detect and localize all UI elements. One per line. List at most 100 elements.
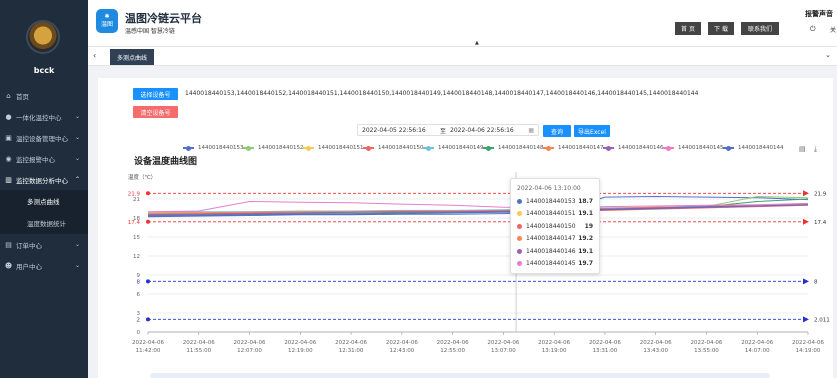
x-tick-label: 2022-04-06: [386, 340, 418, 346]
chevron-down-icon: ⌄: [74, 134, 80, 141]
tooltip-row: 1440018440147 19.2: [517, 234, 597, 244]
x-tick-label: 2022-04-06: [741, 340, 773, 346]
brand-logo: ✱ 温图: [96, 9, 118, 33]
tooltip-series-name: 1440018440151: [526, 210, 576, 217]
y-tick-label: 6: [137, 292, 141, 298]
tooltip-dot: [517, 223, 522, 229]
mark-line-arrow: [803, 316, 809, 323]
contact-button[interactable]: 联系我们: [741, 22, 779, 35]
sidebar-subitem-multi-point-curve[interactable]: 多测点曲线: [0, 190, 88, 212]
y-axis-label: 温度（℃）: [128, 173, 156, 181]
tooltip-series-name: 1440018440150: [526, 222, 576, 230]
sidebar-item-home[interactable]: ⌂ 首页: [0, 85, 88, 106]
x-tick-label: 2022-04-06: [183, 340, 215, 346]
tooltip-row: 1440018440150 19: [517, 221, 597, 231]
x-tick-label: 13:07:00: [491, 348, 516, 354]
mark-line-start: [146, 279, 150, 284]
x-tick-label: 2022-04-06: [538, 340, 570, 346]
tooltip-row: 1440018440153 18.7: [517, 196, 597, 206]
sidebar-subitem-temperature-stats[interactable]: 温度数据统计: [0, 212, 88, 234]
home-button[interactable]: 首 页: [675, 22, 701, 35]
home-icon: ⌂: [6, 91, 11, 100]
sidebar-item-alarm-center[interactable]: ◉ 监控报警中心 ⌄: [0, 148, 88, 169]
info-icon: ●: [5, 112, 12, 121]
mark-line-start: [146, 219, 150, 224]
tooltip-dot: [517, 248, 522, 254]
chart-tooltip: 2022-04-06 13:10:00 1440018440153 18.7 144…: [510, 178, 600, 274]
mark-line-arrow: [803, 278, 809, 285]
alarm-sound-label: 报警声音: [805, 10, 833, 18]
chevron-down-icon: ⌄: [74, 262, 80, 269]
x-tick-label: 13:55:00: [694, 348, 719, 354]
x-tick-label: 2022-04-06: [284, 340, 316, 346]
x-tick-label: 2022-04-06: [335, 340, 367, 346]
x-tick-label: 2022-04-06: [234, 340, 266, 346]
power-icon[interactable]: ⏻: [810, 25, 816, 34]
mark-line-value: 2.011: [814, 317, 830, 323]
chevron-down-icon[interactable]: ⌄: [825, 51, 831, 59]
mark-line-label: 21.9: [128, 191, 141, 197]
sidebar-menu: ⌂ 首页 ● 一体化温控中心 ⌄ ▣ 温控设备管理中心 ⌄ ◉ 监控报警中心 ⌄…: [0, 85, 88, 276]
y-tick-label: 12: [133, 254, 140, 260]
tooltip-row: 1440018440151 19.1: [517, 209, 597, 219]
tooltip-series-name: 1440018440147: [526, 235, 576, 242]
y-tick-label: 21: [133, 197, 140, 203]
x-tick-label: 11:55:00: [186, 348, 211, 354]
app-root: bcck ⌂ 首页 ● 一体化温控中心 ⌄ ▣ 温控设备管理中心 ⌄ ◉ 监控报…: [0, 0, 837, 378]
tooltip-dot: [517, 261, 522, 266]
mark-line-start: [146, 317, 150, 322]
username: bcck: [33, 66, 55, 75]
chevron-down-icon: ⌄: [74, 155, 80, 162]
y-tick-label: 3: [137, 311, 141, 317]
sidebar-item-label: 监控报警中心: [16, 155, 55, 164]
tooltip-dot: [517, 211, 522, 216]
x-tick-label: 13:31:00: [593, 348, 618, 354]
x-tick-label: 2022-04-06: [589, 340, 621, 346]
sidebar-item-label: 一体化温控中心: [16, 113, 62, 122]
x-tick-label: 14:07:00: [745, 348, 770, 354]
mark-line-label: 8: [137, 279, 141, 285]
tooltip-title: 2022-04-06 13:10:00: [517, 185, 581, 192]
tooltip-value: 19.1: [578, 247, 593, 255]
sidebar-item-label: 订单中心: [16, 241, 42, 250]
mark-line-label: 2: [137, 317, 141, 323]
sidebar-item-device-management[interactable]: ▣ 温控设备管理中心 ⌄: [0, 127, 88, 148]
tooltip-value: 19.2: [578, 235, 593, 242]
chevron-down-icon: ⌄: [74, 241, 80, 248]
tooltip-dot: [517, 198, 522, 204]
chart-zoom-slider[interactable]: [150, 373, 770, 378]
x-tick-label: 12:43:00: [389, 348, 414, 354]
avatar[interactable]: [26, 20, 60, 54]
tabs-bar: ‹ 多测点曲线 ⌄: [88, 46, 837, 66]
x-tick-label: 2022-04-06: [640, 340, 672, 346]
chevron-left-icon[interactable]: ‹: [93, 51, 96, 60]
x-tick-label: 2022-04-06: [487, 340, 519, 346]
tab-multi-point-curve[interactable]: 多测点曲线: [110, 49, 154, 65]
header: ✱ 温图 温图冷链云平台 温感中国 智慧冷链 首 页 下 载 联系我们 报警声音…: [88, 0, 837, 46]
y-tick-label: 0: [137, 330, 141, 336]
alarm-icon: ◉: [5, 154, 12, 163]
tooltip-value: 18.7: [578, 197, 593, 205]
x-tick-label: 13:43:00: [643, 348, 668, 354]
sidebar-item-user-center[interactable]: ☻ 用户中心 ⌄: [0, 255, 88, 276]
tooltip-series-name: 1440018440145: [526, 260, 576, 267]
x-tick-label: 2022-04-06: [792, 340, 824, 346]
x-tick-label: 12:55:00: [440, 348, 465, 354]
sidebar-item-data-analysis[interactable]: ▥ 监控数据分析中心 ⌃: [0, 169, 88, 190]
download-button[interactable]: 下 载: [708, 22, 734, 35]
sidebar-item-label: 监控数据分析中心: [16, 176, 68, 185]
mark-line-value: 21.9: [814, 191, 827, 197]
tooltip-value: 19.7: [578, 260, 593, 267]
sidebar-item-order-center[interactable]: ▤ 订单中心 ⌄: [0, 234, 88, 255]
temperature-line-chart[interactable]: 温度（℃）0369121518212022-04-0611:42:002022-…: [98, 78, 833, 378]
x-tick-label: 12:31:00: [339, 348, 364, 354]
tooltip-row: 1440018440146 19.1: [517, 246, 597, 256]
chevron-down-icon: ⌄: [74, 113, 80, 120]
x-tick-label: 11:42:00: [136, 348, 161, 354]
tooltip-dot: [517, 236, 522, 241]
sidebar-item-integrated-control[interactable]: ● 一体化温控中心 ⌄: [0, 106, 88, 127]
chevron-up-icon: ⌃: [74, 176, 80, 183]
x-tick-label: 13:19:00: [542, 348, 567, 354]
mark-line-value: 17.4: [814, 220, 827, 226]
alarm-sound-toggle[interactable]: 关: [830, 25, 836, 34]
